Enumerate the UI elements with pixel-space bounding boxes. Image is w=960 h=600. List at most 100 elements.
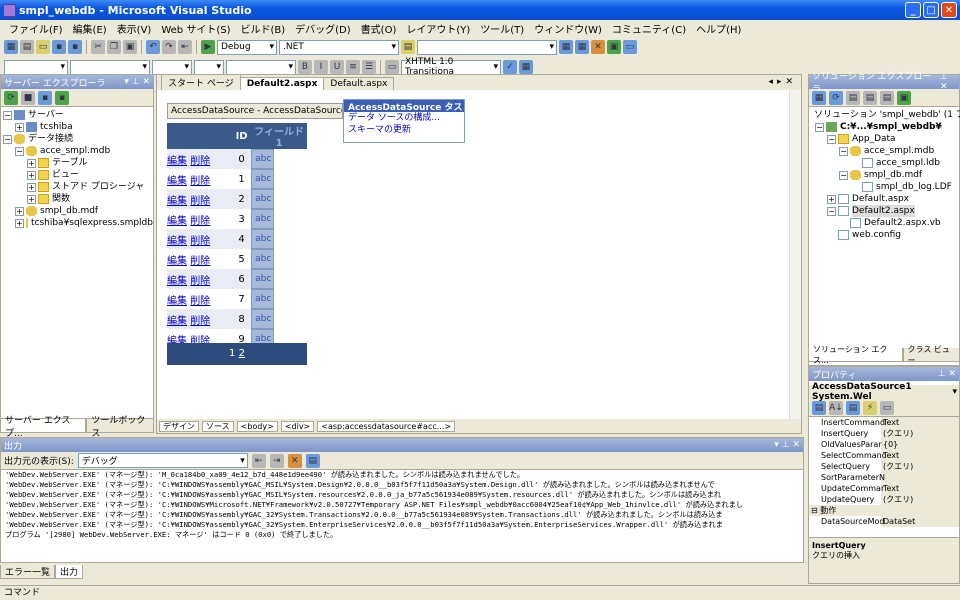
menu-view[interactable]: 表示(V) xyxy=(112,21,157,36)
tree-node[interactable]: + tcshiba xyxy=(1,121,153,133)
property-grid[interactable]: InsertCommand Text InsertQuery (クエリ) OldVa… xyxy=(809,417,959,527)
property-row[interactable]: InsertQuery (クエリ) xyxy=(809,428,959,439)
config-select[interactable]: Debug ▾ xyxy=(217,39,277,55)
refresh-schema-link[interactable]: スキーマの更新 xyxy=(344,124,464,136)
list-icon[interactable]: ☰ xyxy=(362,60,376,74)
editor-scrollbar[interactable] xyxy=(789,90,801,419)
tree-node[interactable]: − Default2.aspx xyxy=(809,205,959,217)
tag-body[interactable]: <body> xyxy=(236,420,278,432)
delete-link[interactable]: 削除 xyxy=(190,156,210,167)
find-message-icon[interactable]: ⇤ xyxy=(251,453,266,468)
edit-link[interactable]: 編集 xyxy=(167,316,187,327)
source-view-button[interactable]: ソース xyxy=(202,420,234,432)
word-wrap-icon[interactable]: ▤ xyxy=(305,453,320,468)
tree-node[interactable]: − App_Data xyxy=(809,133,959,145)
tree-node[interactable]: smpl_db_log.LDF xyxy=(809,181,959,193)
delete-link[interactable]: 削除 xyxy=(190,216,210,227)
object-browser-icon[interactable]: ▣ xyxy=(607,40,621,54)
tab-solution-explorer[interactable]: ソリューション エクス... xyxy=(808,345,903,365)
configure-datasource-link[interactable]: データ ソースの構成... xyxy=(344,112,464,124)
pin-icon[interactable]: ⊥ ✕ xyxy=(940,72,956,92)
edit-link[interactable]: 編集 xyxy=(167,296,187,307)
connect-database-icon[interactable]: ▪ xyxy=(38,90,52,105)
pin-icon[interactable]: ▾ ⊥ ✕ xyxy=(124,77,150,87)
undo-icon[interactable]: ↶ xyxy=(146,40,160,54)
tree-node[interactable]: − データ接続 xyxy=(1,133,153,145)
property-pages-icon[interactable]: ▤ xyxy=(846,400,860,415)
validate-icon[interactable]: ✓ xyxy=(503,60,517,74)
cut-icon[interactable]: ✂ xyxy=(91,40,105,54)
edit-link[interactable]: 編集 xyxy=(167,236,187,247)
accessibility-icon[interactable]: ▦ xyxy=(519,60,533,74)
clear-all-icon[interactable]: ✕ xyxy=(287,453,302,468)
tab-toolbox[interactable]: ツールボックス xyxy=(86,416,154,439)
property-row[interactable]: DataSourceMod DataSet xyxy=(809,516,959,527)
close-button[interactable]: ✕ xyxy=(941,2,957,18)
categorized-icon[interactable]: ▤ xyxy=(812,400,826,415)
tree-node[interactable]: + ストアド プロシージャ xyxy=(1,181,153,193)
start-debug-icon[interactable]: ▶ xyxy=(201,40,215,54)
refresh-icon[interactable]: ⟳ xyxy=(4,90,18,105)
delete-link[interactable]: 削除 xyxy=(190,256,210,267)
tab-class-view[interactable]: クラス ビュー xyxy=(902,345,960,365)
next-message-icon[interactable]: ⇥ xyxy=(269,453,284,468)
tree-node[interactable]: + ビュー xyxy=(1,169,153,181)
output-source-select[interactable]: デバッグ ▾ xyxy=(77,453,248,468)
menu-tools[interactable]: ツール(T) xyxy=(475,21,529,36)
menu-help[interactable]: ヘルプ(H) xyxy=(691,21,746,36)
bold-icon[interactable]: B xyxy=(298,60,312,74)
edit-link[interactable]: 編集 xyxy=(167,156,187,167)
find-combo[interactable]: ▾ xyxy=(417,39,557,55)
property-row[interactable]: SortParameterN xyxy=(809,472,959,483)
properties-icon[interactable]: ▦ xyxy=(575,40,589,54)
tree-node[interactable]: + テーブル xyxy=(1,157,153,169)
delete-link[interactable]: 削除 xyxy=(190,296,210,307)
nest-icon[interactable]: ▤ xyxy=(846,90,860,105)
paste-icon[interactable]: ▣ xyxy=(123,40,137,54)
access-datasource-control[interactable]: AccessDataSource - AccessDataSource1 xyxy=(167,103,343,119)
design-surface[interactable]: AccessDataSource - AccessDataSource1 Acc… xyxy=(165,99,795,417)
pages-icon[interactable]: ▭ xyxy=(880,400,894,415)
tree-node[interactable]: ソリューション 'smpl_webdb' (1 プロジ xyxy=(809,109,960,121)
find-icon[interactable]: ▤ xyxy=(401,40,415,54)
close-document-icon[interactable]: ◂▸✕ xyxy=(768,77,797,87)
properties-icon[interactable]: ▦ xyxy=(812,90,826,105)
tab-default2-aspx[interactable]: Default2.aspx xyxy=(239,77,325,90)
delete-link[interactable]: 削除 xyxy=(190,276,210,287)
redo-icon[interactable]: ↷ xyxy=(162,40,176,54)
connect-server-icon[interactable]: ▪ xyxy=(55,90,69,105)
pin-icon[interactable]: ▾ ⊥ ✕ xyxy=(774,440,800,450)
tree-node[interactable]: − smpl_db.mdf xyxy=(809,169,959,181)
menu-file[interactable]: ファイル(F) xyxy=(4,21,68,36)
output-text[interactable]: 'WebDev.WebServer.EXE' (マネージ型): 'M_0ca18… xyxy=(1,470,803,540)
tree-node[interactable]: + smpl_db.mdf xyxy=(1,205,153,217)
tree-node[interactable]: + tcshiba¥sqlexpress.smpldb xyxy=(1,217,153,229)
tree-node[interactable]: acce_smpl.ldb xyxy=(809,157,959,169)
delete-link[interactable]: 削除 xyxy=(190,176,210,187)
navigate-icon[interactable]: ⇤ xyxy=(178,40,192,54)
tab-error-list[interactable]: エラー一覧 xyxy=(0,565,56,579)
font-name-select[interactable]: ▾ xyxy=(70,59,150,75)
config-icon[interactable]: ▤ xyxy=(880,90,894,105)
design-view-button[interactable]: デザイン xyxy=(159,420,199,432)
minimize-button[interactable]: _ xyxy=(905,2,921,18)
style-select[interactable]: ▾ xyxy=(194,59,224,75)
edit-link[interactable]: 編集 xyxy=(167,216,187,227)
font-size-select[interactable]: ▾ xyxy=(152,59,192,75)
underline-icon[interactable]: U xyxy=(330,60,344,74)
refresh-icon[interactable]: ⟳ xyxy=(829,90,843,105)
stop-icon[interactable]: ■ xyxy=(21,90,35,105)
tree-node[interactable]: − acce_smpl.mdb xyxy=(1,145,153,157)
tree-node[interactable]: + 関数 xyxy=(1,193,153,205)
tree-node[interactable]: web.config xyxy=(809,229,959,241)
window-list-icon[interactable]: ▭ xyxy=(623,40,637,54)
pin-icon[interactable]: ⊥ ✕ xyxy=(938,369,956,379)
save-icon[interactable]: ▪ xyxy=(52,40,66,54)
tag-accessdatasource[interactable]: <asp:accessdatasource#acc...> xyxy=(317,420,456,432)
menu-website[interactable]: Web サイト(S) xyxy=(156,21,235,36)
italic-icon[interactable]: I xyxy=(314,60,328,74)
tab-start-page[interactable]: スタート ページ xyxy=(161,74,241,90)
object-select[interactable]: AccessDataSource1 System.Wel ▾ xyxy=(809,382,959,402)
delete-link[interactable]: 削除 xyxy=(190,196,210,207)
pager-page-2[interactable]: 2 xyxy=(239,348,245,359)
